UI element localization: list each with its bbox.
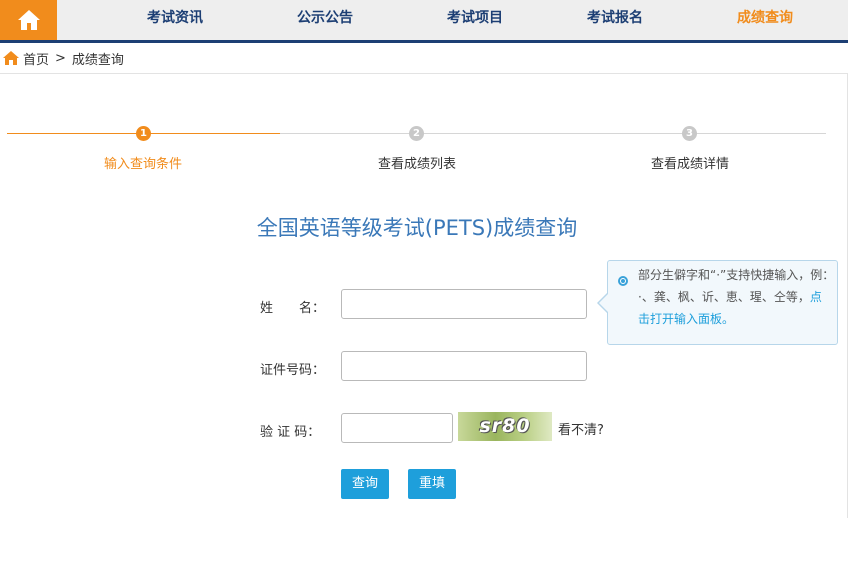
- breadcrumb-current: 成绩查询: [71, 52, 124, 68]
- captcha-input[interactable]: [341, 413, 453, 443]
- tip-text: 部分生僻字和“·”支持快捷输入，例：·、龚、枫、䜣、恵、瑆、仝等，: [638, 268, 829, 304]
- header-divider: [0, 73, 848, 74]
- nav-item-score-query[interactable]: 成绩查询: [737, 0, 793, 36]
- step-circle-1: 1: [136, 126, 151, 141]
- breadcrumb: 首页 > 成绩查询: [3, 48, 124, 68]
- captcha-label: 验 证 码：: [260, 425, 321, 440]
- nav-item-registration[interactable]: 考试报名: [587, 0, 643, 36]
- step-label-2: 查看成绩列表: [377, 157, 456, 172]
- home-button[interactable]: [0, 0, 57, 40]
- id-label: 证件号码：: [260, 363, 326, 378]
- reset-button[interactable]: 重填: [408, 469, 456, 499]
- breadcrumb-home-link[interactable]: 首页: [23, 49, 49, 68]
- name-label: 姓 名：: [260, 301, 326, 316]
- page-title: 全国英语等级考试(PETS)成绩查询: [256, 216, 578, 240]
- query-button[interactable]: 查询: [341, 469, 389, 499]
- name-input[interactable]: [341, 289, 587, 319]
- captcha-image[interactable]: sr80: [458, 412, 552, 441]
- step-line-2: [280, 133, 826, 134]
- input-tip-box: 部分生僻字和“·”支持快捷输入，例：·、龚、枫、䜣、恵、瑆、仝等，点击打开输入面…: [607, 260, 838, 345]
- top-nav: 考试资讯 公示公告 考试项目 考试报名 成绩查询: [0, 0, 848, 43]
- nav-item-announcements[interactable]: 公示公告: [297, 0, 353, 36]
- id-number-input[interactable]: [341, 351, 587, 381]
- step-label-3: 查看成绩详情: [650, 157, 729, 172]
- captcha-refresh-link[interactable]: 看不清?: [558, 419, 604, 438]
- info-radio-icon: [618, 276, 628, 286]
- nav-item-exam-projects[interactable]: 考试项目: [447, 0, 503, 36]
- nav-item-news[interactable]: 考试资讯: [147, 0, 203, 36]
- step-label-1: 输入查询条件: [103, 157, 182, 172]
- home-icon: [17, 10, 40, 30]
- breadcrumb-separator: >: [55, 50, 66, 66]
- step-circle-3: 3: [682, 126, 697, 141]
- step-circle-2: 2: [409, 126, 424, 141]
- breadcrumb-home-icon: [3, 51, 19, 65]
- tip-arrow-inner: [599, 294, 608, 312]
- captcha-image-text: sr80: [479, 415, 531, 437]
